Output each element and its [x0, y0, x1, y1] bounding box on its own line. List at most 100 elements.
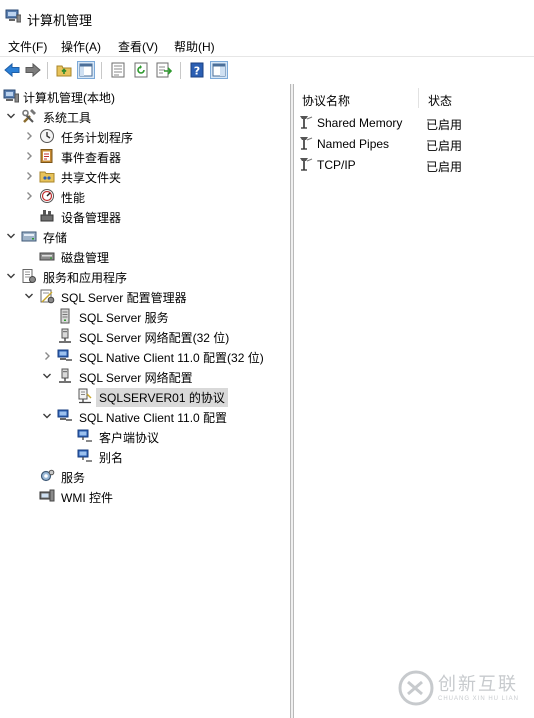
wmi-control-icon: [39, 488, 55, 504]
chevron-down-icon[interactable]: [24, 290, 34, 300]
client-protocols-icon: [77, 428, 93, 444]
tree-node[interactable]: 客户端协议: [0, 426, 290, 446]
chevron-down-icon[interactable]: [6, 230, 16, 240]
protocol-icon: [298, 114, 314, 130]
tree-node-label: 任务计划程序: [61, 131, 134, 145]
show-hide-tree-icon[interactable]: [77, 61, 95, 79]
tree-node-label: 设备管理器: [61, 211, 122, 225]
tree-node-label: WMI 控件: [61, 491, 113, 505]
tree-node[interactable]: SQL Server 服务: [0, 306, 290, 326]
menu-view[interactable]: 查看(V): [118, 38, 158, 55]
tree-node[interactable]: SQLSERVER01 的协议: [0, 386, 290, 407]
column-header-protocol-name[interactable]: 协议名称: [302, 92, 350, 109]
console-tree-icon[interactable]: [210, 61, 228, 79]
console-tree[interactable]: 计算机管理(本地) 系统工具任务计划程序 事件查看器 共享文件夹性能设备管理器存储磁盘…: [0, 84, 290, 718]
chevron-down-icon[interactable]: [6, 110, 16, 120]
help-icon[interactable]: ?: [188, 61, 206, 79]
refresh-icon[interactable]: [132, 61, 150, 79]
watermark-logo-icon: [398, 670, 434, 706]
tree-node[interactable]: SQL Native Client 11.0 配置: [0, 406, 290, 426]
up-folder-icon[interactable]: [55, 61, 73, 79]
tree-node[interactable]: SQL Native Client 11.0 配置(32 位): [0, 346, 290, 366]
list-item[interactable]: Named Pipes 已启用: [294, 133, 534, 153]
tree-node-label: 磁盘管理: [61, 251, 110, 265]
tree-node[interactable]: 性能: [0, 186, 290, 206]
toolbar-separator: [180, 62, 181, 79]
tree-node-label: 计算机管理(本地): [23, 91, 115, 105]
computer-management-icon: [3, 88, 19, 104]
tree-node[interactable]: 服务: [0, 466, 290, 486]
tree-node[interactable]: 存储: [0, 226, 290, 246]
task-scheduler-icon: [39, 128, 55, 144]
column-header-status[interactable]: 状态: [428, 92, 452, 109]
watermark-brand: 创新互联: [438, 674, 518, 695]
tree-node[interactable]: SQL Server 网络配置(32 位): [0, 326, 290, 346]
chevron-right-icon[interactable]: [24, 190, 34, 200]
export-list-icon[interactable]: [155, 61, 173, 79]
menu-action[interactable]: 操作(A): [61, 38, 101, 55]
protocol-icon: [298, 156, 314, 172]
tree-node[interactable]: 服务和应用程序: [0, 266, 290, 286]
aliases-icon: [77, 448, 93, 464]
tree-node-label: 性能: [61, 191, 86, 205]
native-client-icon: [57, 408, 73, 424]
column-divider[interactable]: [418, 88, 419, 108]
tree-node-label: 客户端协议: [99, 431, 160, 445]
tree-node[interactable]: 系统工具: [0, 106, 290, 126]
protocol-name: Named Pipes: [317, 137, 390, 151]
window-title: 计算机管理: [27, 13, 93, 28]
device-manager-icon: [39, 208, 55, 224]
list-item[interactable]: Shared Memory 已启用: [294, 112, 534, 132]
native-client-icon: [57, 348, 73, 364]
forward-arrow-icon[interactable]: [24, 61, 42, 79]
title-bar: 计算机管理: [0, 0, 534, 34]
tree-node-label: SQL Server 网络配置(32 位): [79, 331, 230, 345]
protocols-icon: [77, 388, 93, 404]
tree-node-label: SQL Native Client 11.0 配置(32 位): [79, 351, 264, 365]
protocol-list[interactable]: 协议名称 状态 Shared Memory 已启用 Named Pipes 已启用 TC…: [294, 84, 534, 718]
properties-icon[interactable]: [109, 61, 127, 79]
storage-icon: [21, 228, 37, 244]
shared-folders-icon: [39, 168, 55, 184]
tree-node[interactable]: 别名: [0, 446, 290, 466]
menu-bar: 文件(F) 操作(A) 查看(V) 帮助(H): [0, 34, 534, 56]
chevron-right-icon[interactable]: [42, 350, 52, 360]
menu-file[interactable]: 文件(F): [8, 38, 47, 55]
back-arrow-icon[interactable]: [3, 61, 21, 79]
menu-help[interactable]: 帮助(H): [174, 38, 215, 55]
tree-node[interactable]: SQL Server 网络配置: [0, 366, 290, 386]
network-config-icon: [57, 328, 73, 344]
list-item[interactable]: TCP/IP 已启用: [294, 154, 534, 174]
chevron-down-icon[interactable]: [42, 370, 52, 380]
chevron-right-icon[interactable]: [24, 150, 34, 160]
tree-node[interactable]: WMI 控件: [0, 486, 290, 506]
tree-node[interactable]: 磁盘管理: [0, 246, 290, 266]
chevron-down-icon[interactable]: [6, 270, 16, 280]
protocol-status: 已启用: [426, 118, 463, 132]
disk-management-icon: [39, 248, 55, 264]
chevron-right-icon[interactable]: [24, 170, 34, 180]
event-viewer-icon: [39, 148, 55, 164]
tree-node-label: 服务和应用程序: [43, 271, 128, 285]
services-gear-icon: [39, 468, 55, 484]
tree-node-label: SQL Server 配置管理器: [61, 291, 187, 305]
tree-node[interactable]: 计算机管理(本地): [0, 86, 290, 106]
tree-node[interactable]: 设备管理器: [0, 206, 290, 226]
tree-node-label: SQL Server 网络配置: [79, 371, 193, 385]
chevron-right-icon[interactable]: [24, 130, 34, 140]
tree-node[interactable]: SQL Server 配置管理器: [0, 286, 290, 306]
tree-node-label: 服务: [61, 471, 86, 485]
tree-node[interactable]: 任务计划程序: [0, 126, 290, 146]
tree-node[interactable]: 共享文件夹: [0, 166, 290, 186]
protocol-name: Shared Memory: [317, 116, 403, 130]
protocol-status: 已启用: [426, 139, 463, 153]
watermark-logo: 创新互联 CHUANG XIN HU LIAN: [396, 666, 528, 712]
protocol-name: TCP/IP: [317, 158, 356, 172]
tree-node-label: SQL Server 服务: [79, 311, 169, 325]
sql-config-manager-icon: [39, 288, 55, 304]
svg-text:?: ?: [194, 65, 200, 78]
chevron-down-icon[interactable]: [42, 410, 52, 420]
tree-node[interactable]: 事件查看器: [0, 146, 290, 166]
tree-node-label: 存储: [43, 231, 68, 245]
toolbar: ?: [0, 56, 534, 85]
